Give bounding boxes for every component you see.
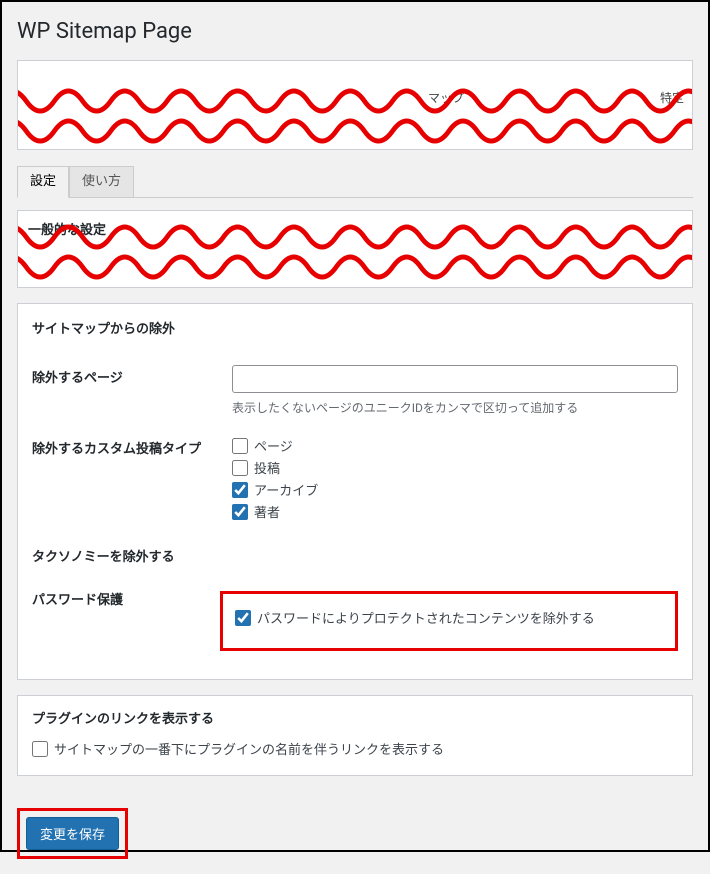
exclusion-heading: サイトマップからの除外 <box>32 318 678 337</box>
omitted-section-top: マップ 特定 <box>17 60 693 150</box>
cpt-post-label: 投稿 <box>254 458 280 477</box>
plugin-link-section: プラグインのリンクを表示する サイトマップの一番下にプラグインの名前を伴うリンク… <box>17 695 693 776</box>
cpt-page-checkbox[interactable] <box>232 438 248 454</box>
tab-settings[interactable]: 設定 <box>17 166 69 198</box>
cpt-page-label: ページ <box>254 436 293 455</box>
wavy-line-icon <box>17 111 693 150</box>
exclude-pages-label: 除外するページ <box>32 355 232 426</box>
wavy-line-icon <box>17 247 693 287</box>
highlight-box-submit: 変更を保存 <box>17 808 128 859</box>
exclude-pages-description: 表示したくないページのユニークIDをカンマで区切って追加する <box>232 399 678 416</box>
page-title: WP Sitemap Page <box>17 10 693 48</box>
general-settings-section: 一般的な設定 <box>17 210 693 288</box>
plugin-link-heading: プラグインのリンクを表示する <box>32 708 678 727</box>
exclusion-section: サイトマップからの除外 除外するページ 表示したくないページのユニークIDをカン… <box>17 303 693 680</box>
save-button[interactable]: 変更を保存 <box>26 817 119 850</box>
password-protect-label: パスワード保護 <box>32 577 232 661</box>
cpt-author-label: 著者 <box>254 502 280 521</box>
password-checkbox-label: パスワードによりプロテクトされたコンテンツを除外する <box>257 608 595 627</box>
tab-bar: 設定使い方 <box>17 165 693 198</box>
cpt-archive-checkbox[interactable] <box>232 482 248 498</box>
exclude-pages-input[interactable] <box>232 365 678 393</box>
cpt-author-checkbox[interactable] <box>232 504 248 520</box>
plugin-link-checkbox[interactable] <box>32 741 48 757</box>
cpt-post-checkbox[interactable] <box>232 460 248 476</box>
password-checkbox[interactable] <box>235 610 251 626</box>
cpt-archive-label: アーカイブ <box>254 480 318 499</box>
exclude-cpt-label: 除外するカスタム投稿タイプ <box>32 426 232 534</box>
exclude-taxonomy-label: タクソノミーを除外する <box>32 534 232 577</box>
plugin-link-label: サイトマップの一番下にプラグインの名前を伴うリンクを表示する <box>54 739 444 758</box>
highlight-box-password: パスワードによりプロテクトされたコンテンツを除外する <box>220 591 678 651</box>
tab-howto[interactable]: 使い方 <box>69 166 134 197</box>
